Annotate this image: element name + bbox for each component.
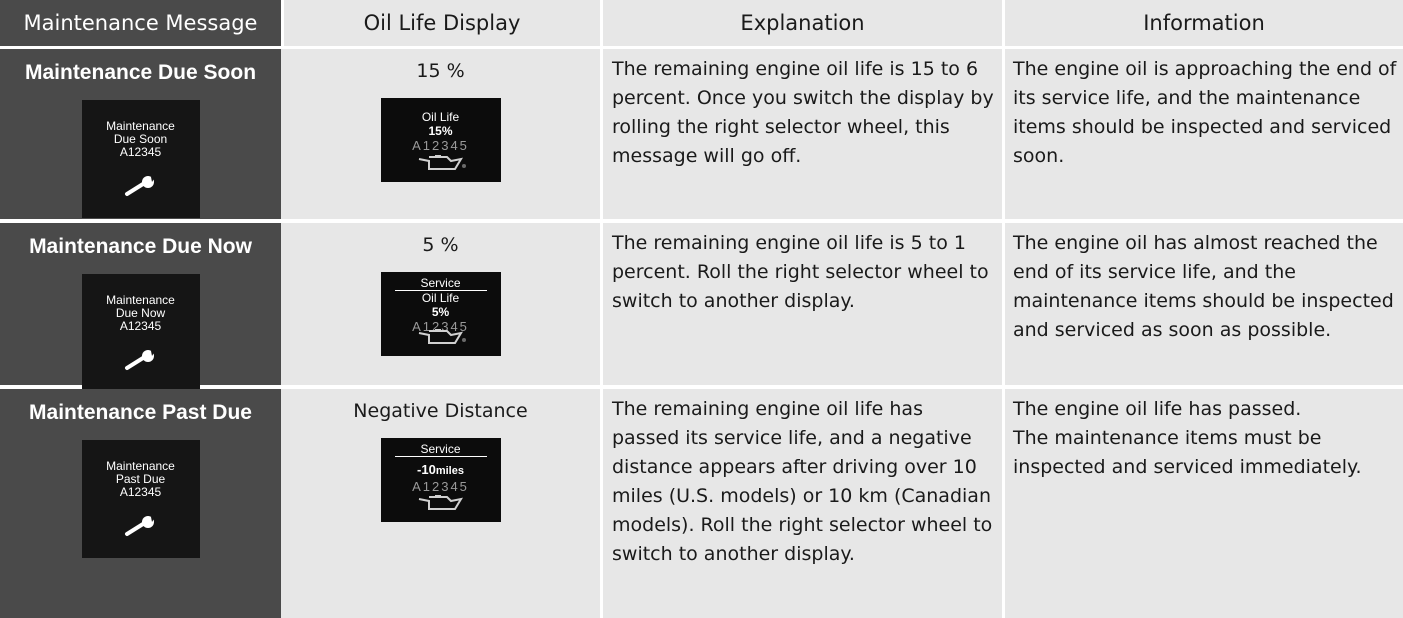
oil-life-line: Oil Life (421, 110, 460, 124)
table-row: Maintenance Due Now Maintenance Due Now … (0, 223, 1403, 392)
information-cell: The engine oil life has passed. The main… (1005, 389, 1403, 618)
header-explanation: Explanation (603, 0, 1002, 46)
distance-unit: miles (435, 465, 464, 477)
oil-life-cell: 15 % Oil Life 15% A12345 (281, 49, 600, 219)
oil-life-percent: 5% (431, 305, 450, 319)
screen-line: A12345 (119, 485, 162, 499)
maintenance-message-cell: Maintenance Past Due Maintenance Past Du… (0, 389, 281, 618)
screen-line: A12345 (119, 145, 162, 159)
oil-life-percent: 15% (428, 124, 453, 138)
header-maintenance-message: Maintenance Message (0, 0, 281, 46)
header-oil-life-display: Oil Life Display (284, 0, 600, 46)
information-cell: The engine oil has almost reached the en… (1005, 223, 1403, 385)
explanation-cell: The remaining engine oil life is 15 to 6… (603, 49, 1002, 219)
maintenance-screen: Maintenance Due Now A12345 (81, 274, 200, 392)
oil-life-screen: Service Oil Life 5% A12345 (380, 272, 501, 356)
service-header: Service (394, 276, 487, 291)
maintenance-message-title: Maintenance Due Now (29, 235, 252, 258)
oil-life-label: Negative Distance (353, 400, 528, 422)
oil-can-icon (417, 153, 467, 176)
maintenance-screen: Maintenance Due Soon A12345 (81, 100, 200, 218)
maintenance-code: A12345 (412, 479, 469, 494)
information-line: The engine oil life has passed. (1013, 398, 1302, 420)
maintenance-message-title: Maintenance Due Soon (24, 61, 257, 84)
wrench-icon (82, 175, 200, 200)
maintenance-screen: Maintenance Past Due A12345 (81, 440, 200, 558)
oil-life-screen: Oil Life 15% A12345 (380, 98, 501, 182)
information-line: The maintenance items must be inspected … (1013, 427, 1362, 478)
table-row: Maintenance Past Due Maintenance Past Du… (0, 389, 1403, 618)
oil-life-line: Oil Life (421, 291, 460, 305)
negative-distance-value: -10 (417, 462, 436, 477)
screen-line: A12345 (119, 319, 162, 333)
maintenance-message-title: Maintenance Past Due (29, 401, 252, 424)
table-row: Maintenance Due Soon Maintenance Due Soo… (0, 49, 1403, 219)
service-header: Service (394, 442, 487, 457)
oil-life-label: 5 % (422, 234, 459, 256)
oil-life-cell: Negative Distance Service -10miles A1234… (281, 389, 600, 618)
oil-can-icon (417, 327, 467, 350)
maintenance-message-cell: Maintenance Due Now Maintenance Due Now … (0, 223, 281, 392)
oil-life-label: 15 % (416, 60, 465, 82)
negative-distance-readout: -10miles (381, 462, 501, 479)
maintenance-code: A12345 (412, 138, 469, 153)
header-information: Information (1005, 0, 1403, 46)
wrench-icon (82, 515, 200, 540)
explanation-cell: The remaining engine oil life is 5 to 1 … (603, 223, 1002, 385)
wrench-icon (82, 349, 200, 374)
oil-life-cell: 5 % Service Oil Life 5% A12345 (281, 223, 600, 385)
information-cell: The engine oil is approaching the end of… (1005, 49, 1403, 219)
oil-can-icon (417, 493, 467, 516)
table-header: Maintenance Message Oil Life Display Exp… (0, 0, 1403, 46)
explanation-cell: The remaining engine oil life has passed… (603, 389, 1002, 618)
oil-life-screen: Service -10miles A12345 (380, 438, 501, 522)
maintenance-message-cell: Maintenance Due Soon Maintenance Due Soo… (0, 49, 281, 219)
